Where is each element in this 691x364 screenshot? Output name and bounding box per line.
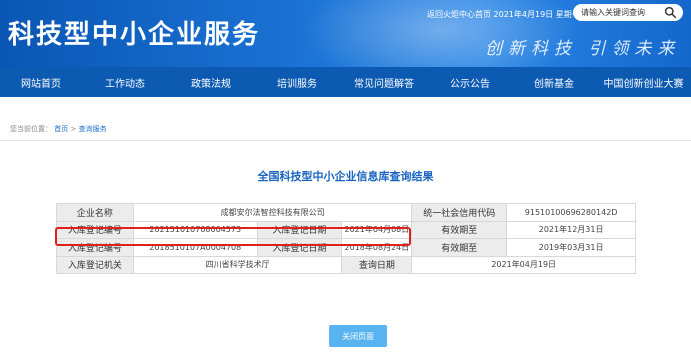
label-registration-number: 入库登记编号: [56, 220, 134, 239]
top-links[interactable]: 返回火炬中心首页 2021年4月19日 星期一: [427, 9, 580, 20]
value-registration-date: 2021年04月08日: [341, 220, 413, 239]
label-registration-date: 入库登记日期: [256, 220, 343, 239]
table-row: 入库登记机关 四川省科学技术厅 查询日期 2021年04月19日: [56, 255, 636, 274]
value-valid-until: 2021年12月31日: [506, 220, 636, 239]
value-registration-number: 2018510107A0004708: [132, 238, 258, 257]
label-query-date: 查询日期: [341, 255, 413, 274]
site-header: 科技型中小企业服务 返回火炬中心首页 2021年4月19日 星期一 创新科技 引…: [0, 0, 691, 67]
breadcrumb-separator: >: [70, 125, 77, 133]
nav-item-faq[interactable]: 常见问题解答: [340, 75, 428, 90]
nav-item-announcements[interactable]: 公示公告: [428, 75, 512, 90]
search-box[interactable]: [573, 4, 683, 21]
table-row: 入库登记编号 2018510107A0004708 入库登记日期 2018年08…: [56, 238, 636, 257]
value-credit-code: 91510100696280142D: [506, 203, 636, 222]
label-valid-until: 有效期至: [411, 220, 508, 239]
value-registration-authority: 四川省科学技术厅: [132, 255, 343, 274]
value-valid-until: 2019年03月31日: [506, 238, 636, 257]
search-icon[interactable]: [664, 6, 677, 19]
value-registration-number: 202151010708004573: [132, 220, 258, 239]
close-page-button[interactable]: 关闭页面: [329, 325, 387, 347]
label-registration-number: 入库登记编号: [56, 238, 134, 257]
value-company-name: 成都安尔法智控科技有限公司: [132, 203, 413, 222]
breadcrumb-prefix: 您当前位置：: [10, 125, 52, 133]
nav-item-home[interactable]: 网站首页: [0, 75, 82, 90]
label-credit-code: 统一社会信用代码: [411, 203, 508, 222]
nav-item-policy[interactable]: 政策法规: [168, 75, 254, 90]
result-table: 企业名称 成都安尔法智控科技有限公司 统一社会信用代码 915101006962…: [56, 203, 636, 274]
slogan: 创新科技 引领未来: [485, 39, 681, 59]
main-nav: 网站首页 工作动态 政策法规 培训服务 常见问题解答 公示公告 创新基金 中国创…: [0, 67, 691, 97]
site-brand[interactable]: 科技型中小企业服务: [8, 14, 260, 51]
table-row: 企业名称 成都安尔法智控科技有限公司 统一社会信用代码 915101006962…: [56, 203, 636, 222]
nav-item-news[interactable]: 工作动态: [82, 75, 168, 90]
nav-item-contest[interactable]: 中国创新创业大赛: [596, 75, 691, 90]
breadcrumb-current[interactable]: 查询服务: [79, 125, 107, 133]
label-registration-date: 入库登记日期: [256, 238, 343, 257]
breadcrumb: 您当前位置： 首页 > 查询服务: [10, 124, 107, 134]
label-valid-until: 有效期至: [411, 238, 508, 257]
nav-item-training[interactable]: 培训服务: [254, 75, 340, 90]
label-registration-authority: 入库登记机关: [56, 255, 134, 274]
value-registration-date: 2018年08月24日: [341, 238, 413, 257]
search-input[interactable]: [581, 8, 661, 17]
divider: [0, 140, 691, 141]
result-title: 全国科技型中小企业信息库查询结果: [257, 170, 434, 183]
label-company-name: 企业名称: [56, 203, 134, 222]
nav-item-innovation-fund[interactable]: 创新基金: [512, 75, 596, 90]
table-row: 入库登记编号 202151010708004573 入库登记日期 2021年04…: [56, 220, 636, 239]
breadcrumb-home[interactable]: 首页: [54, 125, 68, 133]
value-query-date: 2021年04月19日: [411, 255, 636, 274]
